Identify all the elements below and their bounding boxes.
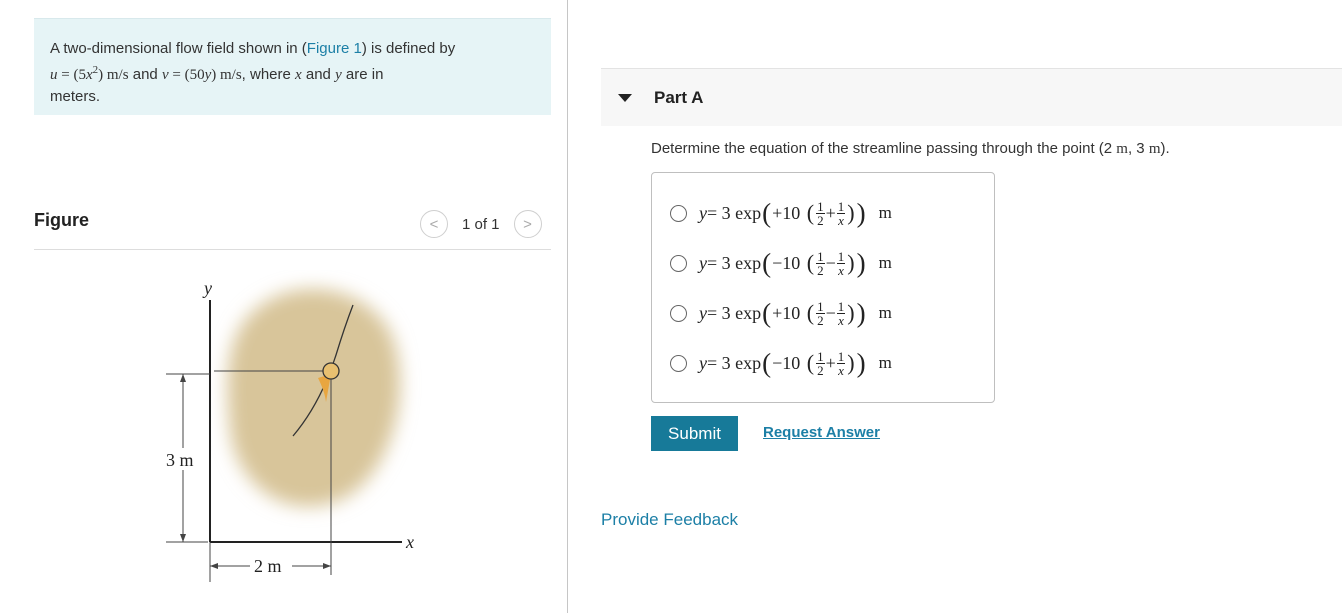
fluid-blob bbox=[227, 288, 401, 507]
width-label: 2 m bbox=[254, 556, 282, 576]
part-a-title: Part A bbox=[654, 88, 704, 107]
and-text: and bbox=[128, 65, 162, 83]
unit-m: m bbox=[1116, 141, 1128, 157]
part-a-header[interactable]: Part A bbox=[601, 68, 1342, 126]
figure-divider bbox=[34, 249, 551, 250]
chevron-right-icon: > bbox=[523, 215, 532, 233]
choice-3[interactable]: y = 3 exp (+10 (1 2−1 x)) m bbox=[670, 293, 892, 333]
v-equation: v = (50y) m/s bbox=[161, 66, 242, 83]
choice-expression: y = 3 exp (+10 (1 2−1 x)) m bbox=[699, 297, 892, 328]
x-axis-label: x bbox=[405, 532, 414, 552]
choice-expression: y = 3 exp (−10 (1 2−1 x)) m bbox=[699, 247, 892, 278]
question-close: ). bbox=[1160, 140, 1170, 157]
question-comma: , 3 bbox=[1127, 140, 1149, 157]
radio-button[interactable] bbox=[670, 204, 687, 222]
y-axis-label: y bbox=[202, 278, 212, 298]
choice-4[interactable]: y = 3 exp (−10 (1 2 +1 x)) m bbox=[670, 343, 892, 383]
unit-m: m bbox=[1148, 141, 1161, 157]
panel-divider bbox=[567, 0, 568, 613]
fluid-particle bbox=[322, 362, 340, 380]
y-var: y bbox=[335, 66, 342, 83]
collapse-caret-icon[interactable] bbox=[618, 94, 632, 102]
submit-button[interactable]: Submit bbox=[651, 416, 738, 451]
problem-statement: A two-dimensional flow field shown in (F… bbox=[34, 18, 551, 115]
next-figure-button[interactable]: > bbox=[513, 210, 542, 238]
left-panel: A two-dimensional flow field shown in (F… bbox=[0, 0, 567, 613]
request-answer-link[interactable]: Request Answer bbox=[763, 424, 880, 441]
radio-button[interactable] bbox=[670, 354, 687, 372]
u-equation: u = (5x2) m/s bbox=[50, 63, 129, 83]
choice-2[interactable]: y = 3 exp (−10 (1 2−1 x)) m bbox=[670, 243, 892, 283]
arrowhead-up bbox=[180, 374, 186, 382]
prev-figure-button[interactable]: < bbox=[420, 210, 448, 238]
question-text: Determine the equation of the streamline… bbox=[651, 140, 1170, 158]
pager-text: 1 of 1 bbox=[462, 215, 500, 233]
figure-link[interactable]: Figure 1 bbox=[307, 40, 362, 57]
are-in-text: are in bbox=[341, 65, 384, 83]
arrowhead-right bbox=[323, 563, 331, 569]
choice-expression: y = 3 exp (+10 (1 2 +1 x)) m bbox=[699, 197, 892, 228]
choice-expression: y = 3 exp (−10 (1 2 +1 x)) m bbox=[699, 347, 892, 378]
intro-text: A two-dimensional flow field shown in ( bbox=[50, 40, 307, 57]
figure-pager: < 1 of 1 > bbox=[420, 209, 542, 239]
radio-button[interactable] bbox=[670, 254, 687, 272]
arrowhead-down bbox=[180, 534, 186, 542]
intro-text-mid: ) is defined by bbox=[361, 40, 456, 57]
meters-text: meters. bbox=[50, 88, 101, 105]
where-text: , where bbox=[241, 65, 296, 83]
arrowhead-left bbox=[210, 563, 218, 569]
choice-1[interactable]: y = 3 exp (+10 (1 2 +1 x)) m bbox=[670, 193, 892, 233]
radio-button[interactable] bbox=[670, 304, 687, 322]
answer-choices: y = 3 exp (+10 (1 2 +1 x)) m y = 3 exp (−10 … bbox=[651, 172, 995, 403]
question-prefix: Determine the equation of the streamline… bbox=[651, 140, 1117, 157]
provide-feedback-link[interactable]: Provide Feedback bbox=[601, 510, 738, 530]
height-label: 3 m bbox=[166, 450, 194, 470]
x-var: x bbox=[295, 66, 302, 83]
chevron-left-icon: < bbox=[429, 215, 439, 233]
and-text-2: and bbox=[301, 65, 336, 83]
flow-field-figure: y x 3 m 2 m bbox=[166, 278, 414, 582]
figure-title: Figure bbox=[34, 210, 90, 230]
